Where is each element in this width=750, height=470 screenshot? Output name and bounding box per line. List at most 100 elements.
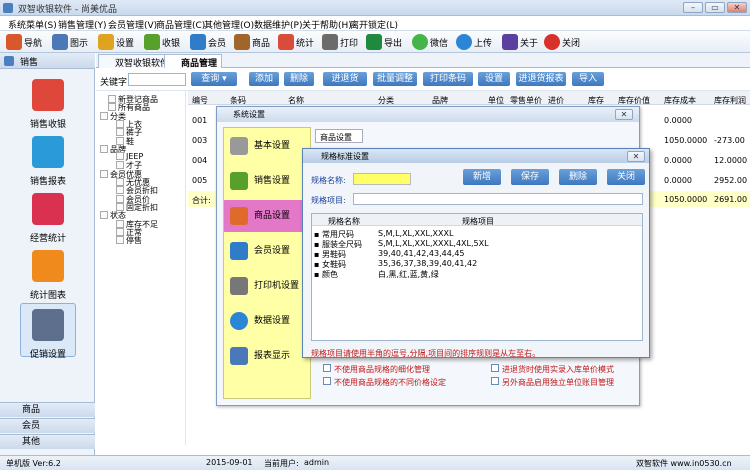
table-row-cell[interactable]: 0.0000	[664, 156, 692, 165]
checkbox-box[interactable]	[491, 377, 499, 385]
table-row-cell[interactable]: 005	[192, 176, 207, 185]
nav-sales-cashier[interactable]: 销售收银	[26, 79, 70, 130]
toolbar-wechat-button[interactable]: 微信	[412, 33, 448, 51]
goods-settings-tab[interactable]: 商品设置	[315, 129, 363, 143]
col-unit[interactable]: 单位	[488, 95, 504, 106]
print-barcode-button[interactable]: 打印条码	[423, 72, 473, 86]
settings-nav-goods[interactable]: 商品设置	[224, 200, 312, 232]
nav-stats-chart[interactable]: 统计图表	[26, 250, 70, 301]
spec-new-button[interactable]: 新增	[463, 169, 501, 185]
col-stock[interactable]: 库存	[588, 95, 604, 106]
toolbar-cashier-button[interactable]: 收银	[144, 33, 180, 51]
tab-strip: 双智收银软件 商品管理	[96, 53, 750, 69]
maximize-button[interactable]: ▭	[705, 2, 725, 13]
toolbar-export-button[interactable]: 导出	[366, 33, 402, 51]
menu-data[interactable]: 数据维护(P)	[254, 18, 302, 31]
checkbox-box[interactable]	[491, 364, 499, 372]
col-retail-price[interactable]: 零售单价	[510, 95, 542, 106]
stock-report-button[interactable]: 进退货报表	[516, 72, 566, 86]
nav-promotion-settings[interactable]: 促销设置	[20, 303, 76, 360]
nav-other-section[interactable]: 其他	[0, 434, 95, 449]
nav-member-section[interactable]: 会员	[0, 418, 95, 433]
menu-help[interactable]: 关于帮助(H)	[302, 18, 352, 31]
settings-close-icon[interactable]: ✕	[615, 109, 633, 120]
stock-in-out-button[interactable]: 进退货	[323, 72, 367, 86]
table-row-cell[interactable]: -273.00	[714, 136, 745, 145]
spec-delete-button[interactable]: 删除	[559, 169, 597, 185]
toolbar-print-button[interactable]: 打印	[322, 33, 358, 51]
toolbar-member-button[interactable]: 会员	[190, 33, 226, 51]
settings-nav-printer[interactable]: 打印机设置	[224, 270, 312, 302]
tab-home[interactable]: 双智收银软件	[98, 54, 175, 69]
grid-icon	[52, 34, 68, 50]
add-button[interactable]: 添加	[249, 72, 279, 86]
window-title: 双智收银软件 - 尚美优品	[18, 5, 117, 15]
table-row-cell[interactable]: 004	[192, 156, 207, 165]
toolbar-about-button[interactable]: 关于	[502, 33, 538, 51]
checkbox-box[interactable]	[323, 364, 331, 372]
spec-close-icon[interactable]: ✕	[627, 151, 645, 162]
checkbox-real-price[interactable]: 进退货时使用实录入库单价模式	[491, 364, 614, 375]
spec-col-items[interactable]: 规格项目	[462, 216, 494, 227]
close-window-button[interactable]: ✕	[727, 2, 747, 13]
nav-business-stats[interactable]: 经营统计	[26, 193, 70, 244]
col-stock-cost[interactable]: 库存成本	[664, 95, 696, 106]
menu-lock[interactable]: 离开锁定(L)	[350, 18, 398, 31]
settings-nav-basic[interactable]: 基本设置	[224, 130, 312, 162]
search-button[interactable]: 查询 ▾	[191, 72, 237, 86]
checkbox-no-spec[interactable]: 不使用商品规格的细化管理	[323, 364, 430, 375]
table-row-cell[interactable]: 12.0000	[714, 156, 747, 165]
settings-nav-member[interactable]: 会员设置	[224, 235, 312, 267]
toolbar-close-button[interactable]: 关闭	[544, 33, 580, 51]
toolbar-nav-button[interactable]: 导航	[6, 33, 42, 51]
import-button[interactable]: 导入	[572, 72, 604, 86]
col-brand[interactable]: 品牌	[432, 95, 448, 106]
settings-button[interactable]: 设置	[478, 72, 510, 86]
table-row-cell[interactable]: 0.0000	[664, 176, 692, 185]
table-row-cell[interactable]: 2952.00	[714, 176, 747, 185]
keyword-input[interactable]	[128, 73, 186, 86]
col-stock-value[interactable]: 库存价值	[618, 95, 650, 106]
checkbox-box[interactable]	[323, 377, 331, 385]
tab-goods-management[interactable]: 商品管理	[164, 54, 223, 69]
spec-close-button[interactable]: 关闭	[607, 169, 645, 185]
spec-dialog-title: 规格标准设置	[303, 149, 649, 163]
col-id[interactable]: 编号	[192, 95, 208, 106]
batch-adjust-button[interactable]: 批量调整	[373, 72, 417, 86]
table-row-cell[interactable]: 1050.0000	[664, 136, 707, 145]
table-row-cell[interactable]: 003	[192, 136, 207, 145]
menu-system[interactable]: 系统菜单(S)	[8, 18, 57, 31]
checkbox-separate-unit[interactable]: 另外商品启用独立单位账目管理	[491, 377, 614, 388]
menu-member[interactable]: 会员管理(V)	[108, 18, 157, 31]
toolbar-stats-button[interactable]: 统计	[278, 33, 314, 51]
menu-goods[interactable]: 商品管理(C)	[156, 18, 205, 31]
col-barcode[interactable]: 条码	[230, 95, 246, 106]
spec-save-button[interactable]: 保存	[511, 169, 549, 185]
settings-nav-data[interactable]: 数据设置	[224, 305, 312, 337]
spec-items-input[interactable]	[353, 193, 643, 205]
menu-other[interactable]: 其他管理(O)	[204, 18, 254, 31]
checkbox-no-spec-price[interactable]: 不使用商品规格的不同价格设定	[323, 377, 446, 388]
spec-name-input[interactable]	[353, 173, 411, 185]
globe-icon	[456, 34, 472, 50]
menu-sales[interactable]: 销售管理(Y)	[58, 18, 107, 31]
settings-nav-sales[interactable]: 销售设置	[224, 165, 312, 197]
col-stock-profit[interactable]: 库存利润	[714, 95, 746, 106]
table-row-cell[interactable]: 0.0000	[664, 116, 692, 125]
toolbar-upload-button[interactable]: 上传	[456, 33, 492, 51]
spec-list-item[interactable]: ▪ 颜色	[314, 269, 338, 280]
col-category[interactable]: 分类	[378, 95, 394, 106]
minimize-button[interactable]: –	[683, 2, 703, 13]
nav-goods-section[interactable]: 商品	[0, 402, 95, 417]
toolbar-diagram-button[interactable]: 图示	[52, 33, 88, 51]
table-row-cell[interactable]: 001	[192, 116, 207, 125]
toolbar-settings-button[interactable]: 设置	[98, 33, 134, 51]
tree-node[interactable]: 停售	[116, 235, 142, 246]
settings-nav-report[interactable]: 报表显示	[224, 340, 312, 372]
nav-sales-report[interactable]: 销售报表	[26, 136, 70, 187]
delete-button[interactable]: 删除	[284, 72, 314, 86]
col-name[interactable]: 名称	[288, 95, 304, 106]
col-cost[interactable]: 进价	[548, 95, 564, 106]
spec-col-name[interactable]: 规格名称	[328, 216, 360, 227]
toolbar-goods-button[interactable]: 商品	[234, 33, 270, 51]
